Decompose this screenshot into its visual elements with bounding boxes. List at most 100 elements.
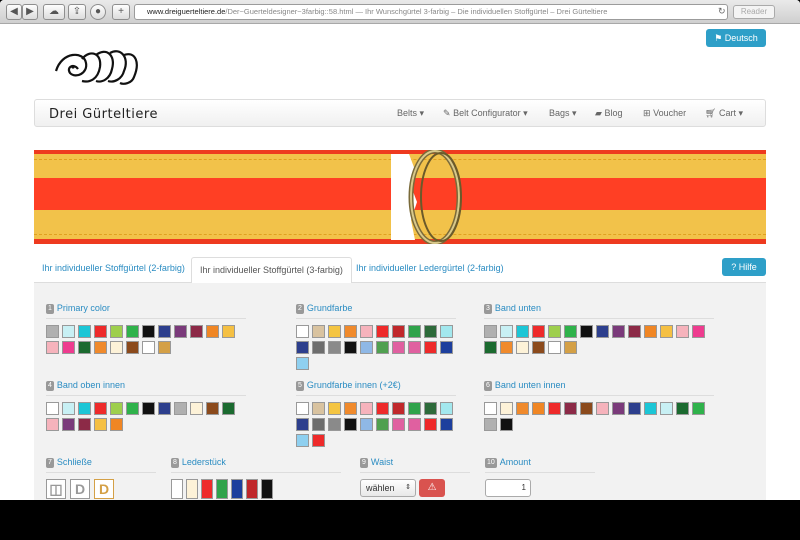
color-swatch[interactable] — [296, 418, 309, 431]
color-swatch[interactable] — [296, 341, 309, 354]
color-swatch[interactable] — [580, 325, 593, 338]
color-swatch[interactable] — [564, 325, 577, 338]
tab-leather-2-color[interactable]: Ihr individueller Ledergürtel (2-farbig) — [356, 263, 504, 273]
language-button[interactable]: ⚑ Deutsch — [706, 29, 766, 47]
clasp-option[interactable]: D — [70, 479, 90, 499]
color-swatch[interactable] — [516, 325, 529, 338]
color-swatch[interactable] — [612, 402, 625, 415]
brand-name[interactable]: Drei Gürteltiere — [49, 107, 158, 122]
color-swatch[interactable] — [392, 325, 405, 338]
color-swatch[interactable] — [328, 402, 341, 415]
color-swatch[interactable] — [408, 402, 421, 415]
color-swatch[interactable] — [532, 402, 545, 415]
color-swatch[interactable] — [580, 402, 593, 415]
color-swatch[interactable] — [126, 402, 139, 415]
color-swatch[interactable] — [628, 402, 641, 415]
tab-fabric-2-color[interactable]: Ihr individueller Stoffgürtel (2-farbig) — [42, 263, 185, 273]
nav-voucher[interactable]: ⊞ Voucher — [643, 108, 686, 119]
amount-input[interactable]: 1 — [485, 479, 531, 497]
color-swatch[interactable] — [628, 325, 641, 338]
color-swatch[interactable] — [110, 341, 123, 354]
color-swatch[interactable] — [376, 341, 389, 354]
color-swatch[interactable] — [484, 402, 497, 415]
color-swatch[interactable] — [360, 418, 373, 431]
color-swatch[interactable] — [312, 341, 325, 354]
color-swatch[interactable] — [94, 402, 107, 415]
nav-blog[interactable]: ▰ Blog — [595, 108, 622, 119]
waist-select[interactable]: wählen ⇕ — [360, 479, 416, 497]
color-swatch[interactable] — [440, 325, 453, 338]
color-swatch[interactable] — [142, 402, 155, 415]
leather-swatch[interactable] — [246, 479, 258, 499]
color-swatch[interactable] — [376, 325, 389, 338]
color-swatch[interactable] — [392, 402, 405, 415]
color-swatch[interactable] — [126, 325, 139, 338]
forward-button[interactable]: ▶ — [22, 4, 38, 20]
nav-bags[interactable]: Bags ▾ — [549, 108, 577, 119]
color-swatch[interactable] — [174, 402, 187, 415]
color-swatch[interactable] — [596, 325, 609, 338]
clasp-option[interactable]: D — [94, 479, 114, 499]
color-swatch[interactable] — [564, 402, 577, 415]
color-swatch[interactable] — [392, 341, 405, 354]
color-swatch[interactable] — [644, 402, 657, 415]
color-swatch[interactable] — [206, 325, 219, 338]
color-swatch[interactable] — [676, 402, 689, 415]
color-swatch[interactable] — [644, 325, 657, 338]
color-swatch[interactable] — [484, 325, 497, 338]
color-swatch[interactable] — [62, 418, 75, 431]
reader-button[interactable]: Reader — [733, 5, 775, 19]
color-swatch[interactable] — [78, 402, 91, 415]
color-swatch[interactable] — [440, 402, 453, 415]
color-swatch[interactable] — [360, 402, 373, 415]
color-swatch[interactable] — [392, 418, 405, 431]
color-swatch[interactable] — [532, 341, 545, 354]
color-swatch[interactable] — [548, 325, 561, 338]
nav-cart[interactable]: 🛒︎ Cart ▾ — [705, 108, 743, 119]
leather-swatch[interactable] — [201, 479, 213, 499]
color-swatch[interactable] — [532, 325, 545, 338]
color-swatch[interactable] — [424, 341, 437, 354]
color-swatch[interactable] — [78, 325, 91, 338]
color-swatch[interactable] — [78, 341, 91, 354]
color-swatch[interactable] — [110, 418, 123, 431]
extension-icon[interactable]: ● — [90, 4, 106, 20]
clasp-option[interactable]: ◫ — [46, 479, 66, 499]
color-swatch[interactable] — [158, 402, 171, 415]
color-swatch[interactable] — [158, 325, 171, 338]
address-bar[interactable]: www.dreiguerteltiere.de/Der~Guerteldesig… — [134, 4, 728, 20]
color-swatch[interactable] — [564, 341, 577, 354]
color-swatch[interactable] — [484, 418, 497, 431]
color-swatch[interactable] — [94, 341, 107, 354]
color-swatch[interactable] — [46, 402, 59, 415]
reload-icon[interactable]: ↻ — [718, 6, 726, 17]
color-swatch[interactable] — [206, 402, 219, 415]
share-icon[interactable]: ⇪ — [68, 4, 86, 20]
color-swatch[interactable] — [408, 341, 421, 354]
color-swatch[interactable] — [548, 341, 561, 354]
color-swatch[interactable] — [612, 325, 625, 338]
color-swatch[interactable] — [62, 325, 75, 338]
color-swatch[interactable] — [222, 402, 235, 415]
color-swatch[interactable] — [296, 434, 309, 447]
color-swatch[interactable] — [296, 402, 309, 415]
color-swatch[interactable] — [312, 325, 325, 338]
color-swatch[interactable] — [424, 418, 437, 431]
color-swatch[interactable] — [62, 341, 75, 354]
color-swatch[interactable] — [46, 341, 59, 354]
warning-button[interactable]: ⚠ — [419, 479, 446, 497]
color-swatch[interactable] — [500, 325, 513, 338]
color-swatch[interactable] — [46, 418, 59, 431]
color-swatch[interactable] — [312, 418, 325, 431]
color-swatch[interactable] — [296, 325, 309, 338]
color-swatch[interactable] — [344, 341, 357, 354]
color-swatch[interactable] — [660, 402, 673, 415]
back-button[interactable]: ◀ — [6, 4, 22, 20]
color-swatch[interactable] — [328, 325, 341, 338]
color-swatch[interactable] — [676, 325, 689, 338]
color-swatch[interactable] — [424, 402, 437, 415]
color-swatch[interactable] — [484, 341, 497, 354]
color-swatch[interactable] — [46, 325, 59, 338]
color-swatch[interactable] — [94, 325, 107, 338]
color-swatch[interactable] — [660, 325, 673, 338]
